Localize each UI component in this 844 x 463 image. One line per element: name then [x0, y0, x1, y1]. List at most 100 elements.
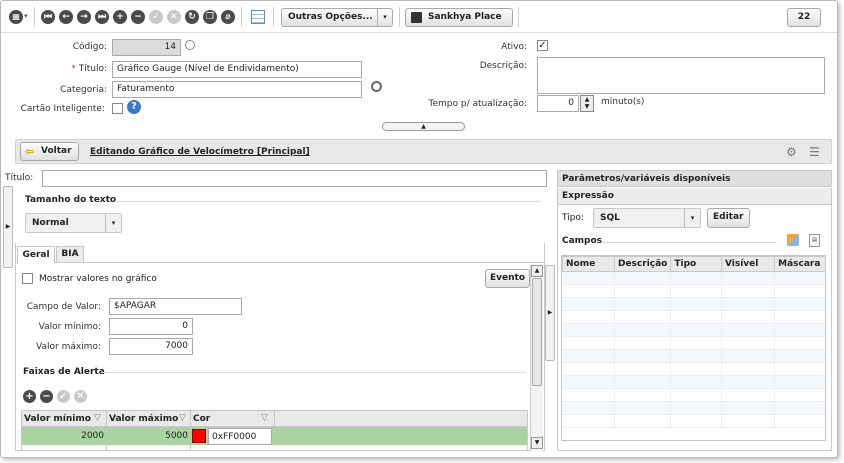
- search-icon[interactable]: [185, 40, 195, 50]
- ativo-checkbox[interactable]: ✓: [537, 40, 548, 51]
- table-row: [562, 401, 825, 415]
- cartao-label: Cartão Inteligente:: [20, 104, 105, 114]
- table-row[interactable]: 2000 5000 0xFF0000: [22, 427, 527, 445]
- valor-minimo-field[interactable]: 0: [109, 318, 193, 335]
- valor-minimo-label: Valor mínimo:: [38, 322, 101, 332]
- sql-field-icon[interactable]: ▤: [809, 234, 820, 247]
- campo-valor-field[interactable]: $APAGAR: [109, 298, 242, 315]
- confirm-icon[interactable]: ✓: [149, 10, 163, 24]
- scroll-up-arrow[interactable]: ▲: [531, 265, 543, 277]
- valor-maximo-field[interactable]: 7000: [109, 338, 193, 355]
- editing-title: Editando Gráfico de Velocímetro [Princip…: [90, 147, 310, 157]
- cancel-icon[interactable]: ✕: [167, 10, 181, 24]
- edit-bar: ⇦ Voltar Editando Gráfico de Velocímetro…: [15, 139, 832, 164]
- table-row: [562, 388, 825, 402]
- first-record-icon[interactable]: ⏮: [41, 10, 55, 24]
- document-search-icon[interactable]: ☰: [809, 145, 820, 159]
- descricao-label: Descrição:: [479, 61, 527, 71]
- back-arrow-icon: ⇦: [25, 145, 35, 158]
- table-row: [562, 310, 825, 324]
- left-scrollbar[interactable]: ▲ ▼: [530, 265, 543, 451]
- campos-grid: Nome Descrição Tipo Visível Máscara: [561, 255, 826, 441]
- params-header: Parâmetros/variáveis disponíveis: [557, 170, 832, 187]
- search-icon[interactable]: [371, 81, 382, 92]
- store-icon: [411, 12, 422, 23]
- separator: [518, 7, 519, 27]
- chart-titulo-field[interactable]: [42, 170, 547, 187]
- panel-splitter[interactable]: ▶: [545, 265, 555, 361]
- categoria-field[interactable]: Faturamento: [112, 81, 362, 98]
- add-icon[interactable]: +: [113, 10, 127, 24]
- grid-header-valor-minimo: Valor mínimo: [24, 414, 91, 424]
- tab-bia[interactable]: BIA: [56, 246, 84, 263]
- campos-table: Nome Descrição Tipo Visível Máscara: [562, 256, 825, 428]
- titulo-field[interactable]: Gráfico Gauge (Nível de Endividamento): [112, 61, 362, 78]
- add-icon[interactable]: +: [23, 390, 36, 403]
- grid-header-cor: Cor: [193, 414, 211, 424]
- add-field-icon[interactable]: [787, 234, 799, 246]
- color-swatch[interactable]: [192, 429, 206, 443]
- editar-button[interactable]: Editar: [707, 208, 750, 228]
- col-mascara[interactable]: Máscara: [774, 256, 825, 272]
- descricao-field[interactable]: [537, 57, 825, 94]
- tipo-select-value: SQL: [600, 213, 620, 223]
- divider: [601, 242, 777, 243]
- tab-geral-label: Geral: [22, 250, 50, 260]
- row-valor-maximo: 5000: [165, 431, 188, 441]
- cartao-checkbox[interactable]: [112, 103, 123, 114]
- tempo-spinner[interactable]: ▲ ▼: [580, 95, 594, 112]
- col-nome[interactable]: Nome: [562, 256, 615, 272]
- table-row: [562, 349, 825, 363]
- previous-record-icon[interactable]: ←: [59, 10, 73, 24]
- cancel-icon[interactable]: ✕: [74, 390, 87, 403]
- attach-icon[interactable]: ⌀: [221, 10, 235, 24]
- refresh-icon[interactable]: ↻: [185, 10, 199, 24]
- expressao-title: Expressão: [562, 191, 614, 201]
- col-visivel[interactable]: Visível: [720, 256, 776, 272]
- mostrar-valores-checkbox[interactable]: [22, 273, 33, 284]
- collapse-header-handle[interactable]: ▲: [382, 122, 465, 131]
- row-valor-minimo: 2000: [81, 431, 104, 441]
- ativo-label: Ativo:: [501, 42, 527, 52]
- outras-opcoes-button[interactable]: Outras Opções... ▾: [281, 8, 393, 27]
- toolbar: ▦ ▾ ⏮ ← → ⏭ + − ✓ ✕ ↻ ❐ ⌀ Outras Opções.…: [1, 1, 837, 33]
- notification-counter[interactable]: 22: [787, 8, 821, 27]
- tamanho-select-value: Normal: [32, 218, 69, 228]
- filter-icon[interactable]: ▽: [261, 413, 268, 423]
- color-hex-field[interactable]: 0xFF0000: [208, 428, 272, 445]
- last-record-icon[interactable]: ⏭: [95, 10, 109, 24]
- separator: [34, 7, 35, 27]
- voltar-label: Voltar: [41, 146, 72, 156]
- sankhya-place-button[interactable]: Sankhya Place: [405, 8, 513, 27]
- chevron-down-icon: ▾: [377, 9, 392, 26]
- copy-icon[interactable]: ❐: [203, 10, 217, 24]
- help-icon[interactable]: ?: [127, 100, 141, 114]
- scroll-down-arrow[interactable]: ▼: [531, 437, 543, 449]
- evento-button[interactable]: Evento: [485, 269, 531, 288]
- tamanho-select[interactable]: Normal ▾: [25, 213, 122, 233]
- col-descricao[interactable]: Descrição: [613, 256, 672, 272]
- grid-view-icon[interactable]: [251, 10, 265, 24]
- codigo-field[interactable]: 14: [112, 39, 181, 56]
- chevron-down-icon[interactable]: ▾: [24, 12, 28, 20]
- left-collapse-handle[interactable]: ▶: [3, 186, 13, 268]
- table-row: [562, 375, 825, 389]
- tab-geral[interactable]: Geral: [17, 246, 55, 264]
- col-tipo[interactable]: Tipo: [670, 256, 722, 272]
- voltar-button[interactable]: ⇦ Voltar: [20, 142, 79, 161]
- divider: [117, 201, 541, 202]
- next-record-icon[interactable]: →: [77, 10, 91, 24]
- campo-valor-label: Campo de Valor:: [26, 302, 101, 312]
- tempo-field[interactable]: 0: [537, 95, 579, 112]
- tipo-select[interactable]: SQL ▾: [593, 208, 701, 228]
- filter-icon[interactable]: ▽: [94, 413, 101, 423]
- scroll-thumb[interactable]: [532, 278, 542, 386]
- faixas-grid: Valor mínimo ▽ Valor máximo ▽ Cor ▽ 2000…: [21, 410, 528, 451]
- tree-config-icon[interactable]: ⚙: [786, 145, 797, 159]
- filter-icon[interactable]: ▽: [179, 413, 186, 423]
- confirm-icon[interactable]: ✓: [57, 390, 70, 403]
- remove-icon[interactable]: −: [40, 390, 53, 403]
- remove-icon[interactable]: −: [131, 10, 145, 24]
- grid-menu-icon[interactable]: ▦: [9, 10, 23, 24]
- tab-bia-label: BIA: [61, 249, 79, 259]
